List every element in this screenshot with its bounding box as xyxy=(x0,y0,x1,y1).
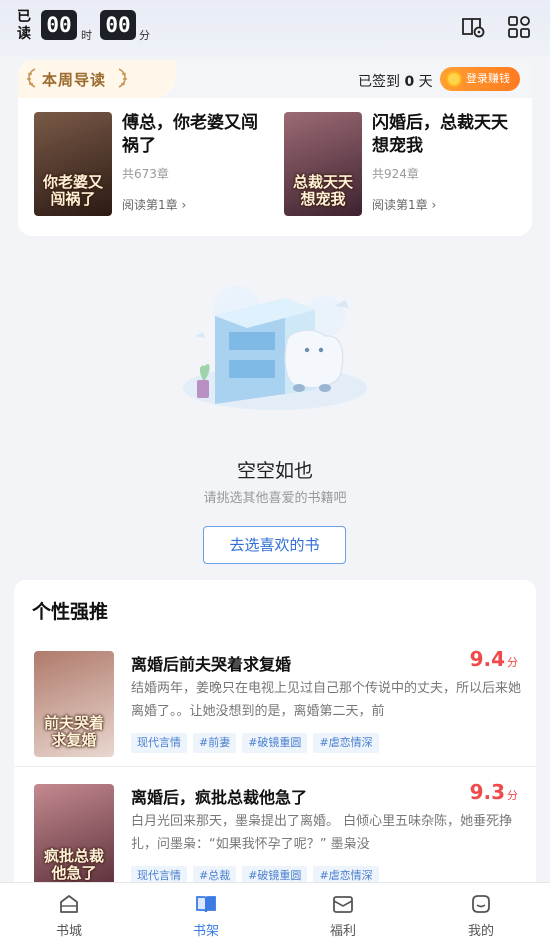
score-unit: 分 xyxy=(507,656,518,669)
nav-label: 福利 xyxy=(329,924,356,939)
weekly-guide-card: 本周导读 已签到 0 天 登录赚钱 你老婆又闯祸了 傅总，你老婆又闯祸了 共67… xyxy=(18,60,532,236)
minutes-display: 00 xyxy=(100,10,136,40)
book-title[interactable]: 离婚后，疯批总裁他急了 xyxy=(131,784,307,808)
nav-label: 书架 xyxy=(192,924,219,939)
minutes-unit: 分 xyxy=(139,29,150,42)
grid-apps-icon[interactable] xyxy=(506,14,532,40)
book-score: 9.4 分 xyxy=(470,647,518,671)
recommend-title: 个性强推 xyxy=(32,601,109,623)
divider xyxy=(14,766,536,767)
score-value: 9.4 xyxy=(469,647,505,671)
guide-tab: 本周导读 xyxy=(18,60,176,98)
read-label-bottom: 读 xyxy=(17,26,31,42)
score-unit: 分 xyxy=(507,789,518,802)
book-cover[interactable]: 总裁天天想宠我 xyxy=(284,112,362,216)
guide-book-info: 闪婚后，总裁天天想宠我 共924章 阅读第1章 › xyxy=(372,112,522,213)
book-description: 白月光回来那天，墨枭提出了离婚。 白倾心里五味杂陈，她垂死挣扎，问墨枭：“如果我… xyxy=(131,814,513,852)
bottom-nav: 书城 书架 福利 我的 xyxy=(0,882,550,943)
signin-suffix: 天 xyxy=(418,74,433,90)
hours-unit: 时 xyxy=(81,29,92,42)
hours-display: 00 xyxy=(41,10,77,40)
nav-label: 我的 xyxy=(467,924,494,939)
guide-title: 本周导读 xyxy=(42,71,107,89)
book-cover[interactable]: 你老婆又闯祸了 xyxy=(34,112,112,216)
book-settings-icon[interactable] xyxy=(460,14,486,40)
cover-text: 疯批总裁他急了 xyxy=(43,847,104,882)
guide-header: 本周导读 已签到 0 天 登录赚钱 xyxy=(18,60,532,98)
empty-bookshelf-illustration xyxy=(175,276,375,416)
book-score: 9.3 分 xyxy=(470,780,518,804)
recommend-section: 个性强推 前夫哭着求复婚 离婚后前夫哭着求复婚 9.4 分 结婚两年，姜晚只在电视… xyxy=(14,580,536,900)
welfare-icon xyxy=(333,896,353,913)
coin-icon xyxy=(446,71,462,87)
profile-icon xyxy=(472,895,490,913)
laurel-left-icon xyxy=(27,68,36,88)
bookstore-icon xyxy=(60,895,78,913)
tag[interactable]: 现代言情 xyxy=(131,733,187,753)
book-title[interactable]: 离婚后前夫哭着求复婚 xyxy=(131,651,291,675)
book-cover[interactable]: 前夫哭着求复婚 xyxy=(34,651,114,757)
tag[interactable]: #破镜重圆 xyxy=(242,733,308,753)
guide-book-info: 傅总，你老婆又闯祸了 共673章 阅读第1章 › xyxy=(122,112,272,213)
choose-books-button[interactable]: 去选喜欢的书 xyxy=(203,526,346,564)
read-chapter-link[interactable]: 阅读第1章 › xyxy=(372,196,522,213)
bookshelf-icon xyxy=(196,896,216,913)
book-title[interactable]: 傅总，你老婆又闯祸了 xyxy=(122,112,272,158)
tag-list: 现代言情 #前妻 #破镜重圆 #虐恋情深 xyxy=(131,731,531,753)
chapter-count: 共924章 xyxy=(372,167,419,181)
empty-subtitle: 请挑选其他喜爱的书籍吧 xyxy=(203,491,347,506)
book-description: 结婚两年，姜晚只在电视上见过自己那个传说中的丈夫，所以后来她离婚了。。让她没想到… xyxy=(131,681,521,719)
book-cover[interactable]: 疯批总裁他急了 xyxy=(34,784,114,890)
read-label-top: 已 xyxy=(17,9,31,25)
cover-text: 你老婆又闯祸了 xyxy=(42,173,103,208)
chapter-count: 共673章 xyxy=(122,167,169,181)
nav-tab-bookshelf[interactable]: 书架 xyxy=(151,883,261,943)
tag[interactable]: #前妻 xyxy=(193,733,237,753)
signin-days: 0 xyxy=(404,74,415,90)
recommend-item[interactable]: 前夫哭着求复婚 离婚后前夫哭着求复婚 9.4 分 结婚两年，姜晚只在电视上见过自己… xyxy=(14,647,536,779)
laurel-right-icon xyxy=(118,68,127,88)
nav-tab-bookstore[interactable]: 书城 xyxy=(14,883,124,943)
read-chapter-link[interactable]: 阅读第1章 › xyxy=(122,196,272,213)
guide-book-1[interactable]: 你老婆又闯祸了 傅总，你老婆又闯祸了 共673章 阅读第1章 › xyxy=(34,112,274,220)
guide-book-2[interactable]: 总裁天天想宠我 闪婚后，总裁天天想宠我 共924章 阅读第1章 › xyxy=(284,112,524,220)
read-time-label: 已 读 xyxy=(14,9,34,43)
tag[interactable]: #虐恋情深 xyxy=(313,733,379,753)
nav-tab-welfare[interactable]: 福利 xyxy=(288,883,398,943)
earn-button-label: 登录赚钱 xyxy=(466,72,510,85)
book-title[interactable]: 闪婚后，总裁天天想宠我 xyxy=(372,112,522,158)
empty-title: 空空如也 xyxy=(236,460,313,482)
login-earn-button[interactable]: 登录赚钱 xyxy=(440,67,520,91)
signin-prefix: 已签到 xyxy=(358,74,400,90)
nav-label: 书城 xyxy=(55,924,82,939)
top-bar: 已 读 00 时 00 分 xyxy=(0,0,550,56)
cover-text: 总裁天天想宠我 xyxy=(292,173,353,208)
nav-tab-profile[interactable]: 我的 xyxy=(426,883,536,943)
signin-status: 已签到 0 天 xyxy=(358,71,433,91)
score-value: 9.3 xyxy=(469,780,505,804)
cover-text: 前夫哭着求复婚 xyxy=(43,714,104,749)
